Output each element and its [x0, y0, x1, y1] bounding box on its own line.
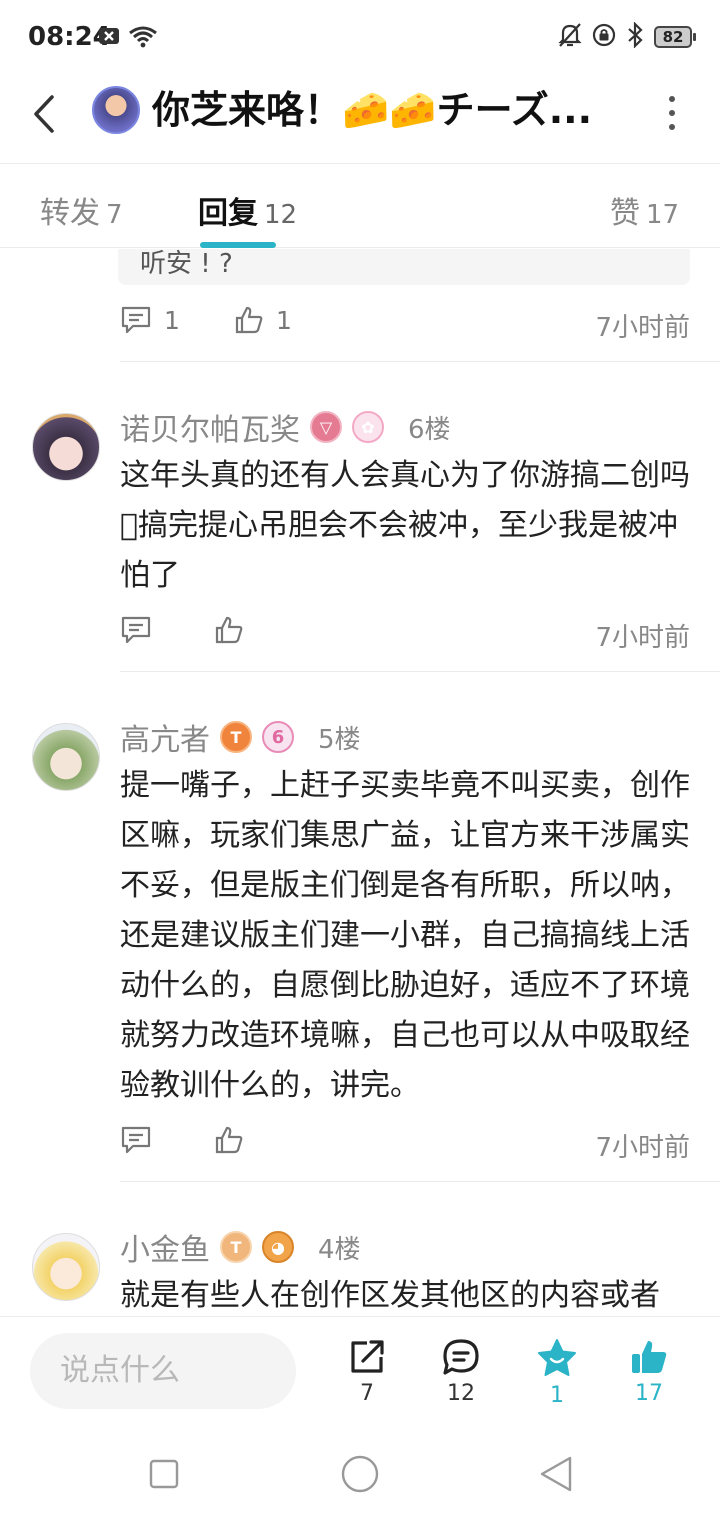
top-header: 你芝来咯！🧀🧀チーズ...	[0, 72, 720, 164]
back-icon	[34, 95, 54, 133]
thumbs-up-icon	[215, 1126, 243, 1154]
share-count: 7	[360, 1381, 374, 1406]
reply-count: 12	[447, 1381, 475, 1406]
recents-button[interactable]	[144, 1454, 184, 1494]
nav-back-button[interactable]	[536, 1454, 576, 1494]
divider	[120, 1181, 720, 1182]
back-triangle-icon	[540, 1456, 572, 1492]
comment-time: 7小时前	[595, 313, 690, 343]
tab-repost[interactable]: 转发 7	[40, 188, 123, 232]
post-title: 你芝来咯！🧀🧀チーズ...	[152, 88, 593, 132]
tab-like[interactable]: 赞 17	[610, 188, 679, 232]
tab-reply[interactable]: 回复 12	[198, 188, 297, 232]
comment-header: 诺贝尔帕瓦奖 ▽ ✿ 6楼	[120, 405, 451, 449]
user-avatar[interactable]	[32, 723, 100, 791]
thumbs-up-icon	[215, 616, 243, 644]
tab-repost-count: 7	[106, 200, 123, 230]
home-circle-icon	[341, 1455, 379, 1493]
wifi-icon	[128, 24, 158, 52]
like-action[interactable]: 1	[234, 305, 292, 335]
lock-icon	[592, 23, 616, 51]
floor-number: 5楼	[318, 724, 361, 755]
tab-repost-label: 转发	[40, 196, 100, 231]
mute-icon	[558, 22, 582, 52]
quoted-reply-text: 听安 ! ?	[140, 249, 233, 279]
comment-actions: 7小时前	[120, 1125, 690, 1165]
battery-icon: 82	[654, 26, 696, 48]
comment-text: 就是有些人在创作区发其他区的内容或者	[120, 1278, 660, 1313]
quoted-reply-box[interactable]: 听安 ! ?	[118, 249, 690, 285]
close-box-icon	[98, 25, 120, 51]
comment-icon	[121, 1126, 151, 1154]
reply-action[interactable]	[120, 615, 152, 645]
system-nav-bar	[0, 1426, 720, 1520]
author-avatar[interactable]	[92, 86, 140, 134]
orange-cookie-badge-icon: ◕	[262, 1231, 294, 1263]
pink-cake-badge-icon: 6	[262, 721, 294, 753]
more-icon	[669, 96, 675, 102]
user-avatar[interactable]	[32, 413, 100, 481]
comment-list[interactable]: 听安 ! ? 1 1 7小时前 诺贝尔帕瓦奖 ▽ ✿ 6楼 这年头真的还有人会真…	[0, 249, 720, 1316]
comment-time: 7小时前	[595, 623, 690, 653]
comment-header: 高亢者 T 6 5楼	[120, 715, 361, 759]
reply-count: 1	[164, 305, 180, 335]
favorite-button[interactable]: 1	[522, 1337, 592, 1417]
like-action[interactable]	[214, 615, 244, 645]
floor-number: 6楼	[408, 414, 451, 445]
bottom-action-bar: 说点什么 7 12 1 17	[0, 1316, 720, 1426]
divider	[120, 361, 720, 362]
recents-square-icon	[149, 1459, 179, 1489]
status-left-icons	[98, 24, 158, 52]
like-count: 1	[276, 305, 292, 335]
home-button[interactable]	[340, 1454, 380, 1494]
comment-actions: 1 1 7小时前	[120, 305, 690, 345]
tab-reply-count: 12	[264, 200, 298, 230]
status-right-icons: 82	[558, 21, 696, 52]
star-icon	[538, 1339, 576, 1376]
comment-icon	[121, 616, 151, 644]
username[interactable]: 高亢者	[120, 715, 210, 759]
floor-number: 4楼	[318, 1234, 361, 1265]
comment-actions: 7小时前	[120, 615, 690, 655]
thumbs-up-icon	[235, 306, 263, 334]
tab-like-label: 赞	[610, 196, 640, 231]
reply-button[interactable]: 12	[426, 1337, 496, 1417]
tab-like-count: 17	[646, 200, 680, 230]
thumbs-up-filled-icon	[632, 1341, 667, 1373]
reply-action[interactable]	[120, 1125, 152, 1155]
share-icon	[351, 1340, 384, 1373]
comment-time: 7小时前	[595, 1133, 690, 1163]
active-tab-indicator	[200, 242, 276, 248]
more-button[interactable]	[662, 96, 682, 130]
comment-input[interactable]: 说点什么	[30, 1333, 296, 1409]
peach-level-badge-icon: T	[220, 1231, 252, 1263]
comment-icon	[121, 306, 151, 334]
tab-reply-label: 回复	[198, 196, 258, 231]
pink-level-badge-icon: ▽	[310, 411, 342, 443]
bluetooth-icon	[626, 21, 644, 52]
tab-bar: 转发 7 回复 12 赞 17	[0, 164, 720, 248]
back-button[interactable]	[22, 86, 66, 142]
reply-action[interactable]: 1	[120, 305, 180, 335]
share-button[interactable]: 7	[332, 1337, 402, 1417]
divider	[120, 671, 720, 672]
comment-text: 提一嘴子，上赶子买卖毕竟不叫买卖，创作区嘛，玩家们集思广益，让官方来干涉属实不妥…	[120, 768, 690, 1103]
comment-bubble-icon	[443, 1339, 479, 1375]
pink-character-badge-icon: ✿	[352, 411, 384, 443]
comment-text: 这年头真的还有人会真心为了你游搞二创吗􏿾搞完提心吊胆会不会被冲，至少我是被冲怕了	[120, 458, 690, 593]
comment-header: 小金鱼 T ◕ 4楼	[120, 1225, 361, 1269]
username[interactable]: 诺贝尔帕瓦奖	[120, 405, 300, 449]
user-avatar[interactable]	[32, 1233, 100, 1301]
like-button[interactable]: 17	[614, 1337, 684, 1417]
like-count: 17	[635, 1381, 663, 1406]
status-bar: 08:24 82	[0, 0, 720, 72]
username[interactable]: 小金鱼	[120, 1225, 210, 1269]
favorite-count: 1	[550, 1383, 564, 1408]
like-action[interactable]	[214, 1125, 244, 1155]
orange-level-badge-icon: T	[220, 721, 252, 753]
